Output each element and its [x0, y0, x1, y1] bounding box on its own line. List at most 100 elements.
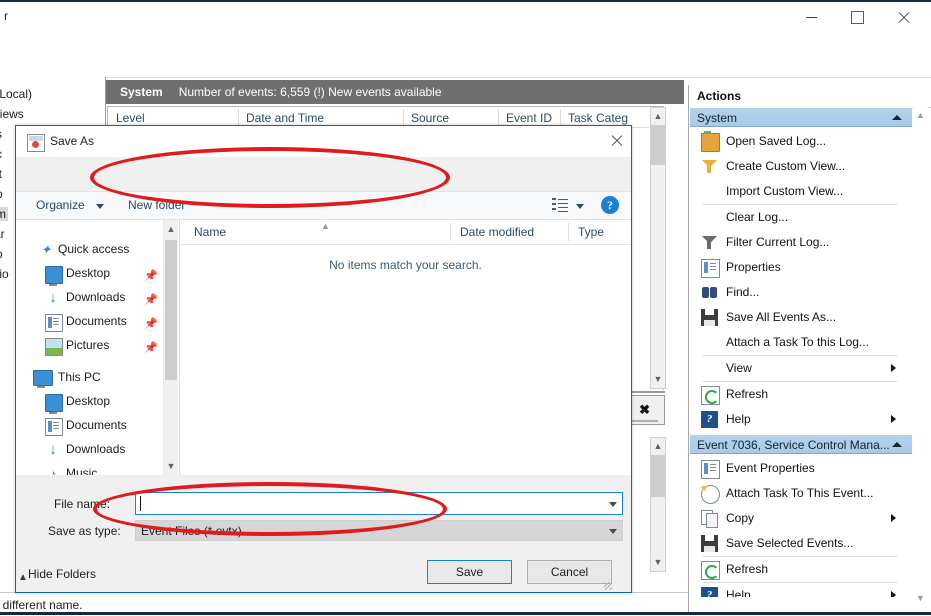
scroll-down-icon[interactable]: ▼ — [164, 457, 178, 475]
properties-icon — [701, 259, 720, 278]
hide-folders-button[interactable]: Hide Folders — [28, 567, 96, 581]
action-label: Import Custom View... — [726, 184, 843, 198]
minimize-button[interactable] — [788, 2, 834, 33]
action-properties[interactable]: Properties — [690, 255, 912, 280]
column-header-name[interactable]: Name — [194, 225, 226, 239]
tree-item[interactable]: ar — [0, 227, 5, 241]
column-header-datetime[interactable]: Date and Time — [246, 111, 324, 125]
actions-pane-scrollbar[interactable]: ▲ ▼ — [913, 107, 928, 607]
help-icon[interactable]: ? — [601, 196, 619, 214]
chevron-down-icon[interactable] — [96, 204, 104, 209]
nav-header-quick-access[interactable]: ✦ Quick access — [16, 238, 163, 262]
clock-star-icon — [701, 485, 720, 504]
save-as-type-select[interactable]: Event Files (*.evtx) — [135, 520, 623, 541]
actions-pane: Actions System Open Saved Log... Create … — [688, 85, 931, 612]
tree-item[interactable]: tio — [0, 267, 9, 281]
action-open-saved-log[interactable]: Open Saved Log... — [690, 129, 912, 154]
save-button[interactable]: Save — [427, 560, 512, 584]
nav-item-this-pc-documents[interactable]: Documents — [16, 414, 163, 438]
dialog-close-button[interactable] — [602, 126, 631, 154]
chevron-down-icon[interactable] — [609, 502, 617, 507]
tree-item[interactable]: r (Local) — [0, 87, 32, 101]
scroll-up-icon[interactable]: ▲ — [651, 438, 665, 455]
action-filter-current-log[interactable]: Filter Current Log... — [690, 230, 912, 255]
save-icon — [701, 535, 718, 552]
column-header-level[interactable]: Level — [116, 111, 145, 125]
actions-group-label: Event 7036, Service Control Mana... — [697, 438, 890, 452]
event-log-header: System Number of events: 6,559 (!) New e… — [106, 80, 684, 104]
close-button[interactable] — [880, 2, 926, 33]
tree-item[interactable]: o — [0, 247, 3, 261]
view-layout-icon[interactable] — [552, 198, 568, 213]
nav-item-desktop[interactable]: Desktop 📌 — [16, 262, 163, 286]
action-attach-task-to-log[interactable]: Attach a Task To this Log... — [690, 330, 912, 355]
scrollbar-thumb[interactable] — [651, 455, 665, 497]
column-header-date-modified[interactable]: Date modified — [460, 225, 534, 239]
nav-item-pictures[interactable]: Pictures 📌 — [16, 334, 163, 358]
action-save-selected-events[interactable]: Save Selected Events... — [690, 531, 912, 556]
scroll-down-icon[interactable]: ▼ — [651, 554, 665, 571]
scroll-down-icon[interactable]: ▼ — [913, 590, 928, 606]
action-help-event[interactable]: ? Help — [690, 583, 912, 597]
nav-item-documents[interactable]: Documents 📌 — [16, 310, 163, 334]
scroll-up-icon[interactable]: ▲ — [164, 220, 178, 238]
navigation-pane-scrollbar[interactable]: ▲ ▼ — [163, 220, 178, 475]
event-log-summary: Number of events: 6,559 (!) New events a… — [179, 85, 442, 99]
new-folder-button[interactable]: New folder — [128, 198, 185, 212]
properties-icon — [701, 460, 720, 479]
resize-grip[interactable] — [604, 582, 612, 590]
action-save-all-events-as[interactable]: Save All Events As... — [690, 305, 912, 330]
maximize-button[interactable] — [834, 2, 880, 33]
action-find[interactable]: Find... — [690, 280, 912, 305]
action-clear-log[interactable]: Clear Log... — [690, 205, 912, 230]
help-icon: ? — [701, 411, 718, 428]
nav-label: Pictures — [66, 338, 109, 352]
column-header-source[interactable]: Source — [411, 111, 449, 125]
save-icon — [701, 309, 718, 326]
column-header-taskcat[interactable]: Task Categ — [568, 111, 628, 125]
organize-button[interactable]: Organize — [36, 198, 85, 212]
file-name-input[interactable] — [135, 492, 623, 515]
chevron-down-icon[interactable] — [576, 204, 584, 209]
actions-group-event[interactable]: Event 7036, Service Control Mana... — [690, 434, 912, 454]
scroll-up-icon[interactable]: ▲ — [913, 107, 928, 123]
tree-item[interactable]: Views — [0, 107, 24, 121]
dialog-command-bar: Organize New folder ? — [16, 191, 631, 220]
scroll-up-icon[interactable]: ▲ — [651, 108, 665, 125]
tree-item[interactable]: s — [0, 127, 2, 141]
preview-vertical-scrollbar[interactable]: ▲ ▼ — [650, 437, 666, 572]
action-import-custom-view[interactable]: Import Custom View... — [690, 179, 912, 204]
nav-item-this-pc-desktop[interactable]: Desktop — [16, 390, 163, 414]
tree-item[interactable]: it — [0, 167, 2, 181]
chevron-up-icon[interactable]: ▲ — [18, 572, 28, 583]
tree-item[interactable]: m — [0, 207, 8, 221]
action-copy[interactable]: Copy — [690, 506, 912, 531]
action-refresh-event[interactable]: Refresh — [690, 557, 912, 582]
event-list-vertical-scrollbar[interactable]: ▲ ▼ — [650, 107, 666, 389]
column-header-eventid[interactable]: Event ID — [506, 111, 552, 125]
cancel-button[interactable]: Cancel — [527, 560, 612, 584]
actions-pane-title: Actions — [689, 85, 931, 108]
file-list[interactable]: Name Date modified Type ▲ No items match… — [180, 220, 631, 475]
action-help[interactable]: ? Help — [690, 407, 912, 432]
action-event-properties[interactable]: Event Properties — [690, 456, 912, 481]
action-create-custom-view[interactable]: Create Custom View... — [690, 154, 912, 179]
nav-label: Desktop — [66, 266, 110, 280]
scrollbar-thumb[interactable] — [651, 125, 665, 165]
preview-close-icon[interactable]: ✖ — [639, 402, 650, 418]
action-attach-task-to-event[interactable]: Attach Task To This Event... — [690, 481, 912, 506]
scrollbar-thumb[interactable] — [165, 240, 177, 380]
action-view[interactable]: View — [690, 356, 912, 381]
nav-item-this-pc-downloads[interactable]: ↓ Downloads — [16, 438, 163, 462]
pin-icon: 📌 — [144, 293, 158, 306]
downloads-icon: ↓ — [45, 290, 61, 306]
tree-item[interactable]: c — [0, 147, 2, 161]
nav-item-downloads[interactable]: ↓ Downloads 📌 — [16, 286, 163, 310]
tree-item[interactable]: p — [0, 187, 3, 201]
nav-header-this-pc[interactable]: This PC — [16, 366, 163, 390]
scroll-down-icon[interactable]: ▼ — [651, 371, 665, 388]
action-refresh[interactable]: Refresh — [690, 382, 912, 407]
chevron-down-icon[interactable] — [609, 529, 617, 534]
column-header-type[interactable]: Type — [578, 225, 604, 239]
actions-group-system[interactable]: System — [690, 107, 912, 127]
